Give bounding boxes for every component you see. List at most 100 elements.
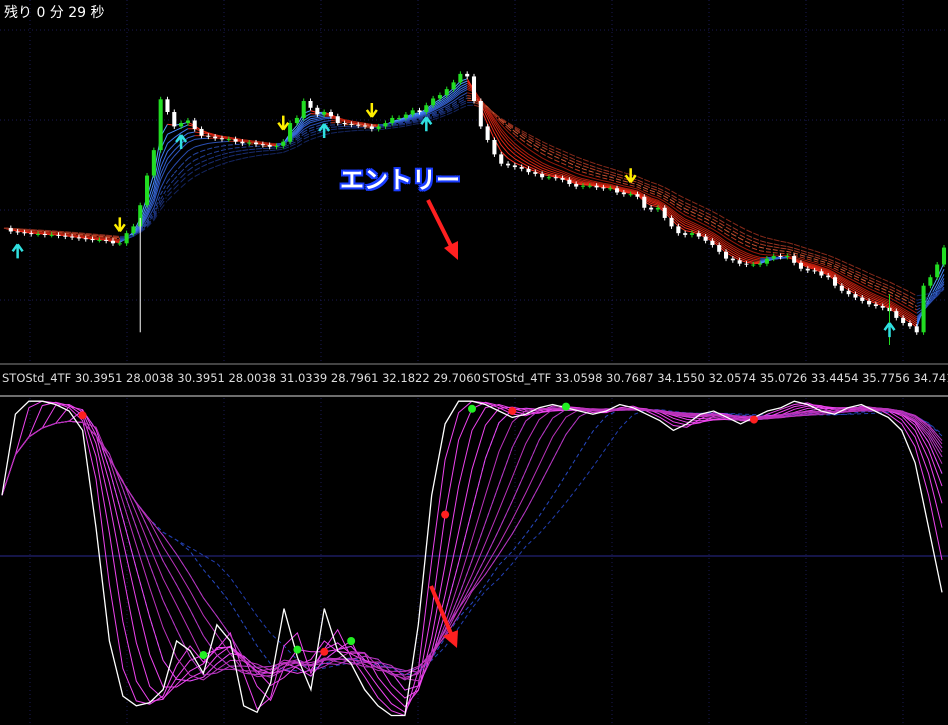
candle-bear (669, 217, 674, 227)
ma-line-rising (119, 78, 945, 328)
ma-line-falling (3, 82, 918, 324)
ma-line-falling (3, 78, 918, 328)
buy-signal-dot (468, 404, 476, 413)
ma-line-falling (3, 80, 918, 326)
candle-bear (724, 251, 729, 259)
sell-signal-dot (441, 510, 450, 519)
candle-bear (172, 112, 177, 127)
candle-bear (812, 270, 817, 272)
sell-signal-dot (750, 415, 758, 424)
buy-arrow-icon (11, 243, 24, 259)
candle-bear (649, 207, 654, 210)
candle-bear (233, 139, 238, 142)
candle-bear (56, 234, 61, 236)
candle-bear (369, 126, 374, 129)
candle-bear (914, 326, 919, 333)
sell-arrow-icon (113, 217, 126, 233)
stochastic-line (1, 400, 943, 717)
stochastic-slow-fan (1, 406, 943, 691)
candle-bull (689, 233, 694, 235)
candle-bull (124, 233, 129, 244)
ma-line-rising (119, 92, 945, 314)
ma-line-rising (119, 88, 945, 318)
candle-bull (179, 123, 184, 127)
candle-bear (499, 154, 504, 164)
indicator-grid (0, 398, 948, 725)
candle-bull (301, 101, 306, 118)
candle-bear (308, 101, 313, 108)
candle-bear (744, 263, 749, 265)
candle-bull (655, 207, 660, 210)
candle-bear (42, 234, 47, 236)
candle-bear (267, 145, 272, 147)
candle-bear (478, 101, 483, 127)
candle-bull (281, 141, 286, 146)
candle-bear (506, 163, 511, 166)
stochastic-fan-line (1, 406, 943, 682)
candle-bear (540, 173, 545, 178)
candle-bear (683, 233, 688, 235)
candle-bear (873, 304, 878, 307)
candle-bull (397, 117, 402, 119)
candle-bear (417, 110, 422, 113)
candle-bear (356, 124, 361, 126)
candle-bear (70, 236, 75, 238)
candle-bear (574, 184, 579, 187)
candle-bull (131, 226, 136, 234)
candle-bull (628, 194, 633, 196)
ma-line-falling (3, 88, 918, 318)
price-grid (0, 0, 948, 362)
indicator-label-right: STOStd_4TF 33.0598 30.7687 34.1550 32.05… (482, 371, 948, 385)
candle-bull (608, 188, 613, 190)
candle-bear (104, 239, 109, 241)
candle-bear (662, 207, 667, 218)
candle-bear (519, 167, 524, 169)
stochastic-main-line (1, 400, 943, 717)
sell-arrow-icon (365, 102, 378, 118)
candle-bear (471, 76, 477, 101)
candle-bear (8, 228, 13, 232)
candle-bear (601, 187, 606, 189)
ma-line-falling (3, 99, 918, 304)
sell-arrow-icon (277, 115, 290, 131)
candle-bear (526, 168, 531, 173)
candle-bear (260, 144, 265, 146)
candle-bear (219, 138, 224, 140)
stochastic-slow-line (1, 407, 943, 676)
candle-bull (580, 185, 586, 187)
stochastic-fan-line (1, 408, 943, 678)
ma-line-rising (119, 87, 945, 320)
candle-bear (342, 123, 347, 125)
ma-line-falling (3, 101, 918, 301)
ma-line-falling (3, 87, 918, 320)
indicator-label-left: STOStd_4TF 30.3951 28.0038 30.3951 28.00… (2, 371, 481, 385)
candle-bull (921, 285, 926, 333)
candle-bear (901, 317, 906, 323)
candle-bear (240, 141, 245, 144)
candle-bull (758, 263, 763, 265)
candle-bear (798, 262, 803, 269)
ma-line-falling (3, 85, 918, 322)
buy-signal-dot (562, 402, 570, 411)
ma-ribbon-falling (3, 78, 918, 328)
candle-bull (764, 258, 769, 264)
candle-bear (819, 271, 824, 276)
candle-bull (771, 256, 776, 259)
candle-bear (567, 179, 572, 185)
candle-bull (226, 139, 231, 141)
candle-bear (880, 306, 885, 308)
ma-line-falling (3, 95, 918, 311)
ma-ribbon-rising (119, 78, 945, 328)
candle-bear (63, 235, 68, 237)
candle-bear (22, 232, 27, 234)
candle-bear (717, 245, 722, 252)
candle-bull (49, 234, 54, 236)
candle-bear (492, 139, 497, 155)
candle-bear (512, 165, 517, 168)
candle-bull (935, 264, 940, 278)
candle-bear (335, 116, 340, 124)
candle-bull (451, 82, 456, 90)
candle-bear (853, 294, 858, 298)
candle-bear (621, 192, 626, 195)
stochastic-slow-line (1, 407, 943, 681)
